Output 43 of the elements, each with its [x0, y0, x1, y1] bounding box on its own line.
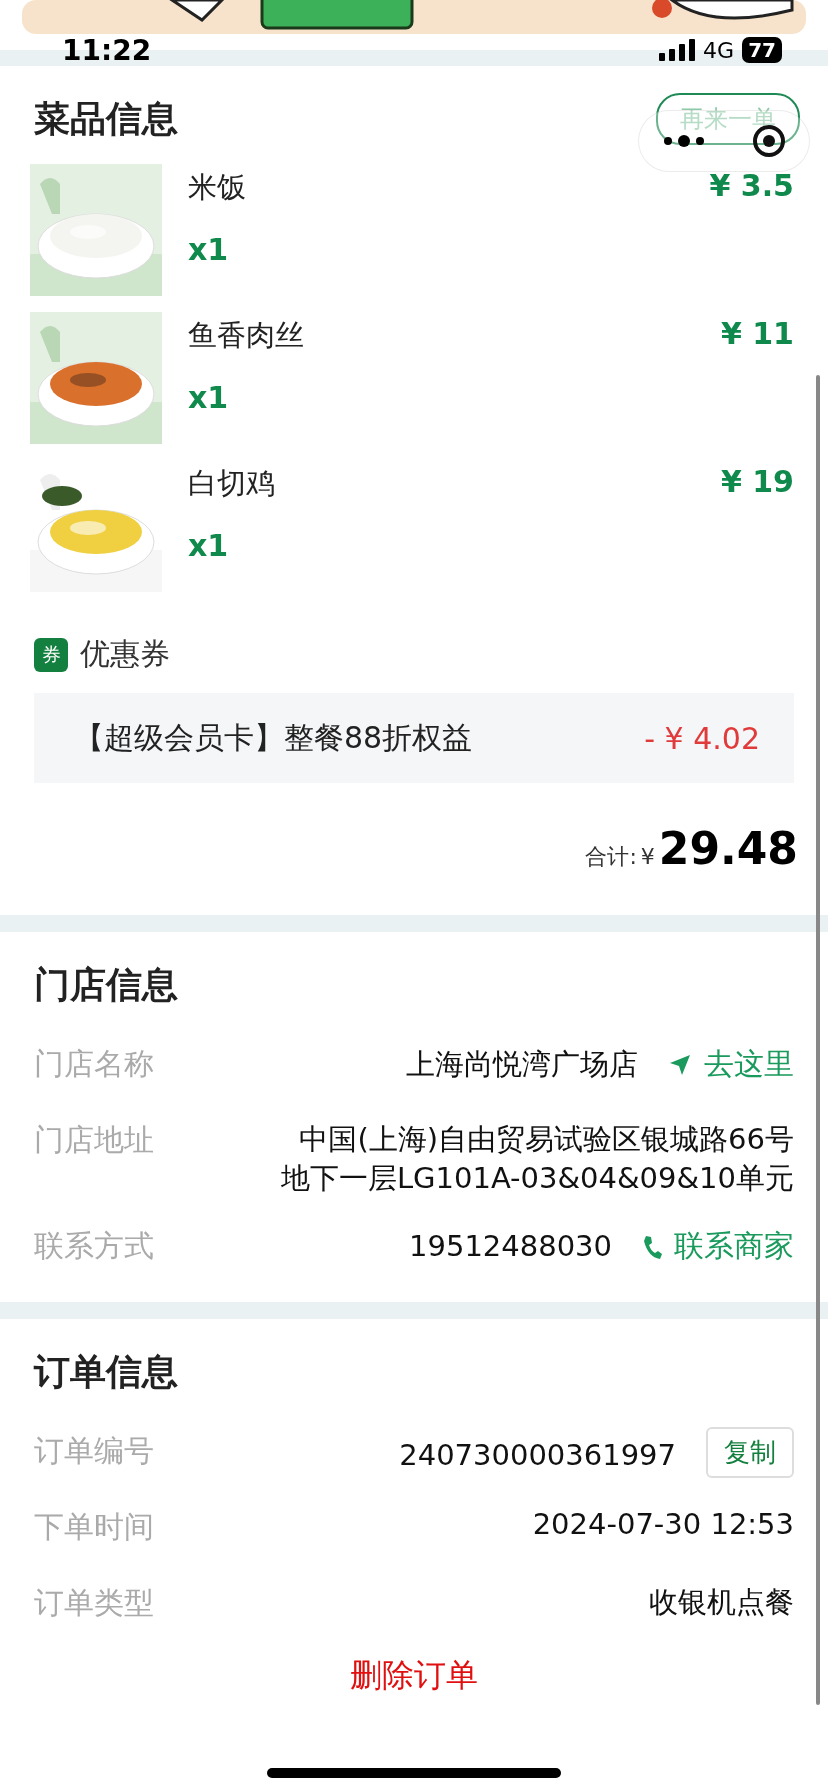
battery-level: 77 — [742, 37, 782, 63]
row-label: 门店地址 — [34, 1121, 154, 1159]
row-label: 门店名称 — [34, 1045, 154, 1083]
dish-name: 米饭 — [188, 169, 246, 206]
row-value: 240730000361997 — [399, 1437, 676, 1472]
contact-link[interactable]: 联系商家 — [642, 1226, 794, 1268]
dish-name: 鱼香肉丝 — [188, 317, 304, 354]
section-title: 门店信息 — [34, 962, 178, 1007]
coupon-amount: - ¥ 4.02 — [644, 720, 760, 756]
row-label: 下单时间 — [34, 1508, 154, 1547]
row-value: 收银机点餐 — [649, 1584, 794, 1622]
dish-quantity: x1 — [188, 528, 230, 563]
dish-quantity: x1 — [188, 380, 230, 415]
row-label: 联系方式 — [34, 1227, 154, 1266]
row-value: 19512488030 — [409, 1228, 612, 1266]
row-value: 上海尚悦湾广场店 — [406, 1045, 638, 1083]
row-value: 中国(上海)自由贸易试验区银城路66号 — [299, 1121, 794, 1158]
row-label: 订单类型 — [34, 1584, 154, 1623]
coupon-badge: 券 — [34, 637, 68, 672]
row-value: 地下一层LG101A-03&04&09&10单元 — [280, 1160, 794, 1198]
coupon-name: 【超级会员卡】整餐88折权益 — [74, 718, 473, 757]
dish-name: 白切鸡 — [188, 465, 275, 502]
more-icon[interactable] — [662, 134, 706, 148]
status-time: 11:22 — [62, 33, 152, 67]
delete-order-button[interactable]: 删除订单 — [344, 1653, 484, 1700]
section-title: 菜品信息 — [34, 96, 178, 141]
dish-price: ¥ 11 — [720, 316, 794, 353]
total-label: 合计: — [585, 843, 637, 871]
total-amount: 29.48 — [658, 823, 798, 874]
copy-button[interactable]: 复制 — [706, 1427, 794, 1479]
coupon-label: 优惠券 — [80, 635, 170, 673]
phone-icon — [642, 1234, 662, 1259]
navigate-link[interactable]: 去这里 — [668, 1044, 794, 1085]
location-arrow-icon — [668, 1052, 692, 1077]
dish-price: ¥ 3.5 — [709, 168, 794, 205]
currency-sign: ¥ — [640, 844, 655, 869]
row-value: 2024-07-30 12:53 — [532, 1507, 794, 1542]
signal-icon — [659, 39, 696, 61]
dish-quantity: x1 — [188, 232, 230, 267]
row-label: 订单编号 — [34, 1432, 154, 1471]
section-title: 订单信息 — [34, 1349, 178, 1394]
network-type: 4G — [703, 37, 735, 63]
dish-price: ¥ 19 — [720, 464, 794, 501]
